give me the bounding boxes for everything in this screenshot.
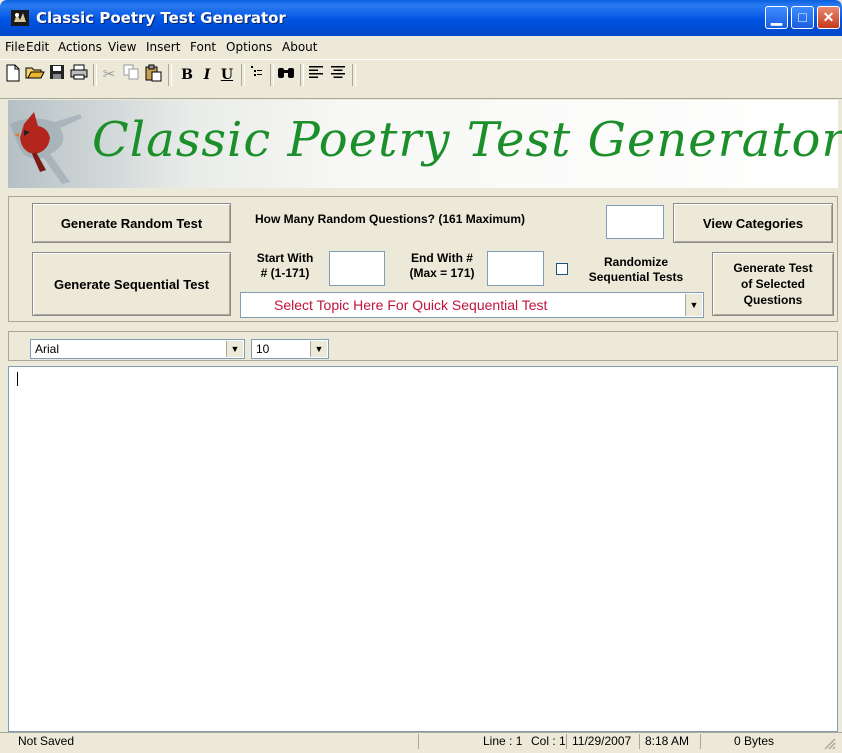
menu-file[interactable]: File (5, 40, 25, 54)
time-indicator: 8:18 AM (645, 734, 690, 748)
start-with-input[interactable] (329, 251, 385, 286)
font-size-select[interactable]: 10 ▼ (251, 339, 329, 359)
status-divider (418, 734, 420, 749)
italic-icon[interactable]: I (196, 64, 218, 86)
minimize-button[interactable]: ▁ (765, 6, 788, 29)
menu-view[interactable]: View (108, 40, 136, 54)
maximize-button[interactable]: □ (791, 6, 814, 29)
app-icon[interactable] (11, 10, 29, 26)
save-status: Not Saved (18, 734, 75, 748)
toolbar-separator (352, 64, 356, 86)
toolbar-separator (270, 64, 274, 86)
close-button[interactable]: ✕ (817, 6, 840, 29)
status-divider (700, 734, 702, 749)
find-icon[interactable] (275, 64, 297, 86)
end-with-label-line-2: (Max = 171) (409, 266, 475, 280)
copy-icon[interactable] (120, 64, 142, 86)
text-caret (17, 372, 18, 386)
generate-selected-label-line-1: Generate Test (733, 261, 813, 275)
align-left-icon[interactable] (305, 64, 327, 86)
generate-selected-label-line-3: Questions (743, 293, 803, 307)
open-folder-icon[interactable] (24, 64, 46, 86)
size-indicator: 0 Bytes (734, 734, 775, 748)
status-bar (0, 732, 842, 752)
cut-icon[interactable]: ✂ (98, 64, 120, 86)
topic-select-value: Select Topic Here For Quick Sequential T… (274, 297, 548, 313)
resize-grip-icon[interactable] (820, 734, 836, 750)
randomize-label-line-1: Randomize (603, 255, 668, 269)
menu-insert[interactable]: Insert (146, 40, 180, 54)
how-many-input[interactable] (606, 205, 664, 239)
start-with-label: Start With # (1-171) (244, 251, 326, 281)
generate-random-test-button[interactable]: Generate Random Test (32, 203, 231, 243)
bullets-icon[interactable] (245, 64, 267, 86)
end-with-input[interactable] (487, 251, 544, 286)
maximize-icon: □ (798, 9, 807, 25)
how-many-label: How Many Random Questions? (161 Maximum) (255, 212, 526, 226)
minimize-icon: ▁ (771, 9, 782, 25)
underline-icon[interactable]: U (216, 64, 238, 86)
font-size-value: 10 (256, 342, 270, 356)
editor-textarea[interactable] (8, 366, 838, 732)
col-indicator: Col : 1 (531, 734, 566, 748)
date-indicator: 11/29/2007 (572, 734, 632, 748)
menu-edit[interactable]: Edit (26, 40, 49, 54)
status-divider (566, 734, 568, 749)
save-icon[interactable] (46, 64, 68, 86)
close-icon: ✕ (822, 9, 835, 25)
window-title: Classic Poetry Test Generator (36, 9, 286, 27)
randomize-label: Randomize Sequential Tests (574, 255, 698, 285)
align-center-icon[interactable] (327, 64, 349, 86)
randomize-label-line-2: Sequential Tests (588, 270, 684, 284)
font-name-select[interactable]: Arial ▼ (30, 339, 245, 359)
menu-font[interactable]: Font (190, 40, 216, 54)
chevron-down-icon[interactable]: ▼ (685, 294, 702, 316)
end-with-label: End With # (Max = 171) (400, 251, 484, 281)
bold-icon[interactable]: B (176, 64, 198, 86)
menu-about[interactable]: About (282, 40, 317, 54)
start-with-label-line-2: # (1-171) (260, 266, 310, 280)
randomize-checkbox[interactable] (556, 263, 568, 275)
menu-actions[interactable]: Actions (58, 40, 102, 54)
topic-select[interactable]: Select Topic Here For Quick Sequential T… (240, 292, 704, 318)
paste-icon[interactable] (142, 64, 164, 86)
print-icon[interactable] (68, 64, 90, 86)
new-document-icon[interactable] (2, 64, 24, 86)
generate-selected-questions-button[interactable]: Generate Test of Selected Questions (712, 252, 834, 316)
font-name-value: Arial (35, 342, 60, 356)
line-indicator: Line : 1 (483, 734, 523, 748)
start-with-label-line-1: Start With (256, 251, 314, 265)
banner-title: Classic Poetry Test Generator (92, 112, 842, 168)
chevron-down-icon[interactable]: ▼ (310, 341, 327, 357)
generate-selected-label-line-2: of Selected (740, 277, 806, 291)
end-with-label-line-1: End With # (411, 251, 473, 265)
status-divider (639, 734, 641, 749)
view-categories-button[interactable]: View Categories (673, 203, 833, 243)
toolbar-separator (93, 64, 97, 86)
generate-sequential-test-button[interactable]: Generate Sequential Test (32, 252, 231, 316)
menu-options[interactable]: Options (226, 40, 272, 54)
toolbar-separator (168, 64, 172, 86)
chevron-down-icon[interactable]: ▼ (226, 341, 243, 357)
cardinal-bird-image (10, 104, 90, 186)
toolbar-separator (300, 64, 304, 86)
